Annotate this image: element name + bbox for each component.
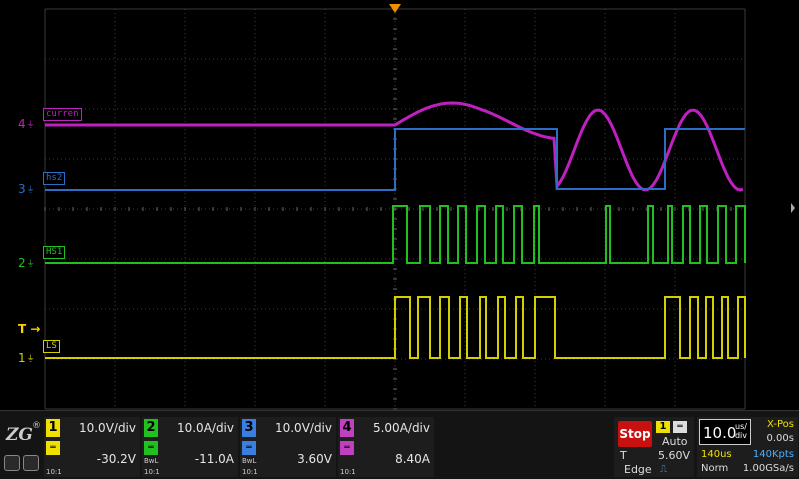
ch3-marker-num: 3 [18, 182, 26, 196]
ch2-ground-marker[interactable]: 2 ⏚ [18, 256, 35, 270]
ch1-trace [45, 296, 746, 359]
dc-coupling-icon: ═ [144, 441, 158, 455]
acquire-mode: Norm [701, 463, 729, 474]
registered-icon: ® [32, 421, 41, 431]
logo-mark: ZG [6, 425, 33, 445]
status-bar: ZG ® 1 ═ 10:1 10.0V/div -30.2V 2 ═ BwL 1… [0, 410, 799, 479]
trigger-panel[interactable]: Stop 1 ═ Auto T 5.60V Edge ⎍ [614, 417, 694, 477]
timebase-unit: us/div [735, 422, 747, 440]
xpos-value: 0.00s [766, 433, 794, 444]
trace-label-3: hs2 [43, 172, 66, 185]
trace-label-1: LS [43, 340, 60, 353]
trigger-type: Edge [624, 463, 652, 476]
dc-coupling-icon: ═ [46, 441, 60, 455]
channel-2-panel[interactable]: 2 ═ BwL 10:1 10.0A/div -11.0A [142, 417, 238, 477]
channel-3-offset: 3.60V [297, 452, 332, 466]
ch1-ground-marker[interactable]: 1 ⏚ [18, 351, 35, 365]
trigger-source: 1 [656, 421, 670, 433]
trigger-mode: Auto [662, 435, 688, 448]
ch4-marker-num: 4 [18, 117, 26, 131]
channel-1-scale: 10.0V/div [78, 421, 136, 435]
trigger-level: 5.60V [657, 449, 690, 462]
channel-3-number: 3 [242, 419, 256, 437]
channel-4-offset: 8.40A [395, 452, 430, 466]
ground-icon: ⏚ [26, 119, 35, 129]
channel-4-number: 4 [340, 419, 354, 437]
channel-2-scale: 10.0A/div [176, 421, 234, 435]
horizontal-panel[interactable]: 10.0 us/div X-Pos 0.00s 140us 140Kpts No… [697, 417, 798, 477]
channel-1-panel[interactable]: 1 ═ 10:1 10.0V/div -30.2V [44, 417, 140, 477]
channel-1-number: 1 [46, 419, 60, 437]
timebase-unit-bottom: div [734, 431, 747, 440]
channel-1-probe: 10:1 [46, 468, 62, 476]
channel-2-number: 2 [144, 419, 158, 437]
timebase-value: 10.0 [703, 424, 737, 442]
dc-coupling-icon: ═ [340, 441, 354, 455]
rising-edge-icon: ⎍ [660, 464, 667, 475]
ch2-marker-num: 2 [18, 256, 26, 270]
trigger-level-label: T [620, 449, 627, 462]
screenshot-icon[interactable] [23, 455, 39, 471]
scroll-right-icon [791, 203, 795, 213]
channel-4-panel[interactable]: 4 ═ 10:1 5.00A/div 8.40A [338, 417, 434, 477]
memory-points: 140Kpts [752, 449, 794, 460]
channel-3-scale: 10.0V/div [274, 421, 332, 435]
channel-4-probe: 10:1 [340, 468, 356, 476]
trigger-level-label: T [18, 322, 27, 336]
channel-4-scale: 5.00A/div [372, 421, 430, 435]
ground-icon: ⏚ [26, 353, 35, 363]
channel-2-probe: 10:1 [144, 468, 160, 476]
timebase-control[interactable]: 10.0 us/div [699, 419, 751, 445]
waveform-grid [44, 4, 795, 410]
dc-coupling-icon: ═ [242, 441, 256, 455]
timebase-unit-top: us/ [735, 422, 747, 431]
search-icon[interactable] [4, 455, 20, 471]
ch1-marker-num: 1 [18, 351, 26, 365]
trace-label-2: HS1 [43, 246, 66, 259]
ground-icon: ⏚ [26, 184, 35, 194]
run-stop-button[interactable]: Stop [618, 421, 652, 447]
channel-2-offset: -11.0A [194, 452, 234, 466]
channel-3-probe: 10:1 [242, 468, 258, 476]
sample-rate: 1.00GSa/s [742, 463, 794, 474]
trace-label-4: curren [43, 108, 82, 121]
channel-3-bw: BwL [242, 457, 257, 465]
ch3-ground-marker[interactable]: 3 ⏚ [18, 182, 35, 196]
channel-1-offset: -30.2V [96, 452, 136, 466]
channel-2-bw: BwL [144, 457, 159, 465]
xpos-label: X-Pos [767, 419, 794, 430]
ground-icon: ⏚ [26, 258, 35, 268]
trigger-level-marker[interactable]: T → [18, 322, 40, 336]
channel-3-panel[interactable]: 3 ═ BwL 10:1 10.0V/div 3.60V [240, 417, 336, 477]
ch2-trace [45, 205, 746, 264]
ch4-ground-marker[interactable]: 4 ⏚ [18, 117, 35, 131]
waveform-display[interactable]: curren hs2 HS1 LS 4 ⏚ 3 ⏚ 2 ⏚ 1 ⏚ T → [0, 0, 799, 410]
record-length: 140us [701, 449, 732, 460]
trigger-coupling-icon: ═ [673, 421, 687, 433]
